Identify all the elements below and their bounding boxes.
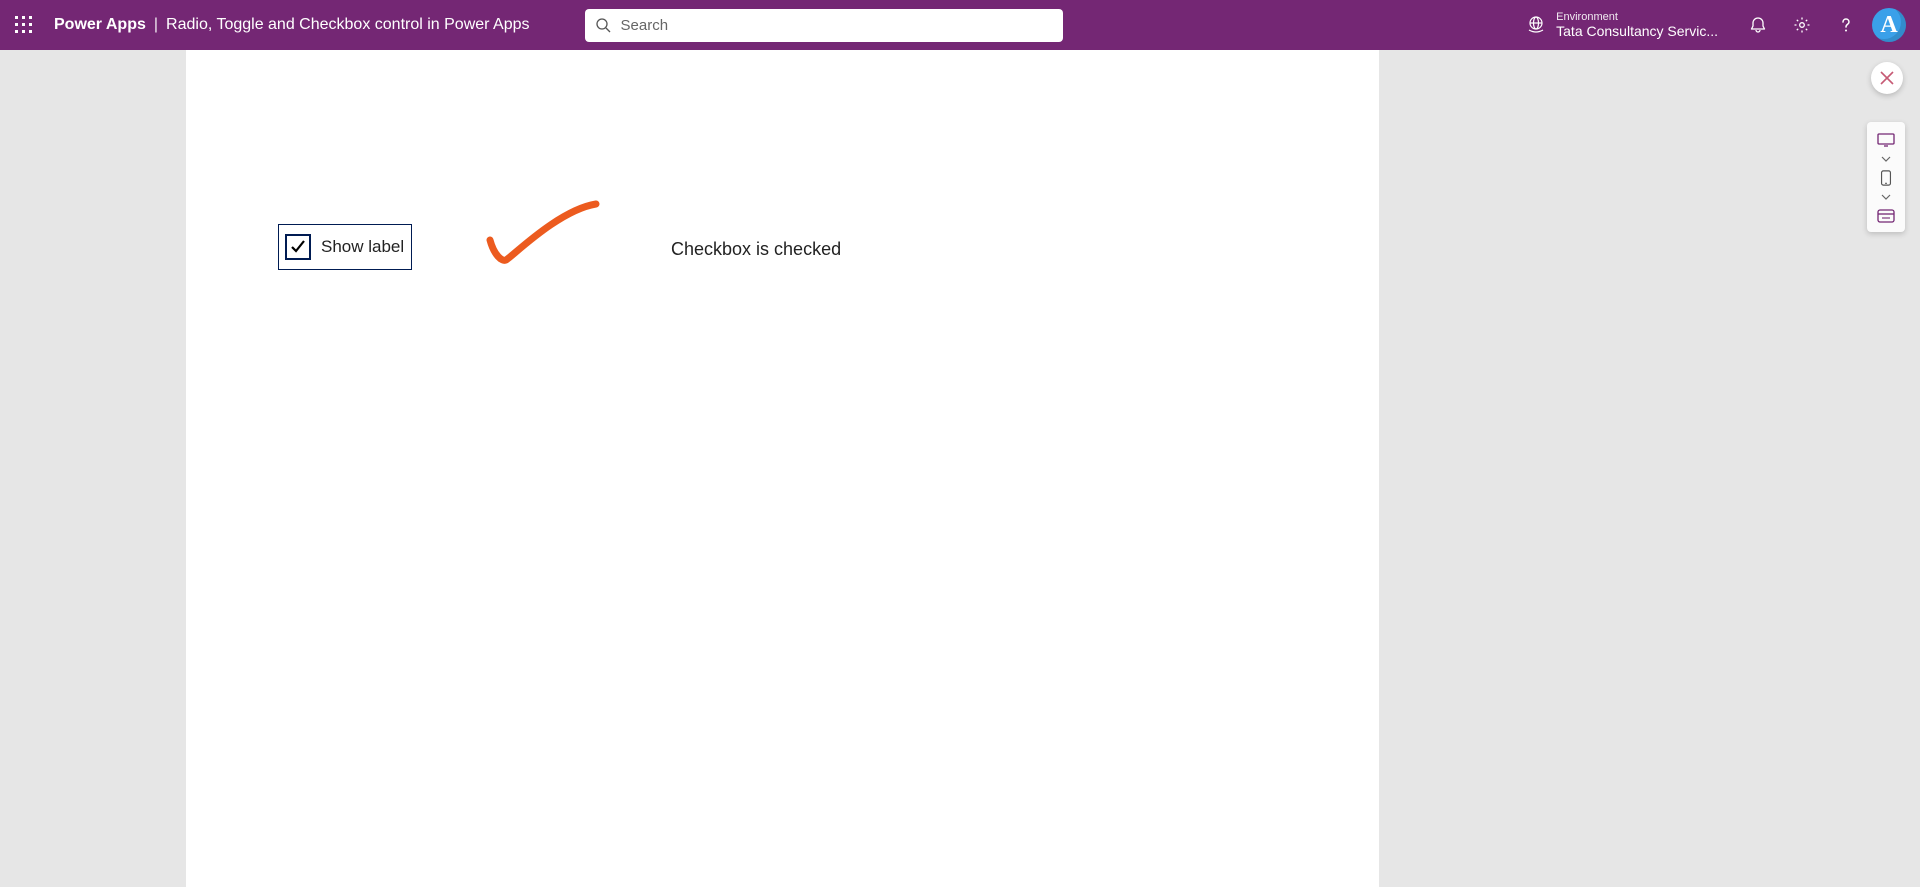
checkbox-box[interactable] [285,234,311,260]
environment-name: Tata Consultancy Servic... [1556,23,1718,39]
waffle-icon [15,16,33,34]
settings-button[interactable] [1780,0,1824,50]
avatar-initial: A [1880,12,1897,39]
app-launcher-button[interactable] [0,0,48,50]
chevron-down-icon [1881,194,1891,200]
preview-canvas: Show label Checkbox is checked [186,50,1379,887]
custom-size-icon [1877,208,1895,224]
environment-picker[interactable]: Environment Tata Consultancy Servic... [1526,11,1736,40]
close-icon [1880,71,1894,85]
gear-icon [1793,16,1811,34]
help-button[interactable] [1824,0,1868,50]
title-separator: | [146,16,166,34]
chevron-down-icon [1881,156,1891,162]
app-title: Power Apps | Radio, Toggle and Checkbox … [48,16,530,34]
device-custom-button[interactable] [1873,206,1899,226]
device-desktop-chevron[interactable] [1873,154,1899,164]
search-box[interactable] [585,9,1063,42]
checkbox-label: Show label [321,237,404,257]
user-avatar[interactable]: A [1872,8,1906,42]
annotation-checkmark-icon [484,200,604,270]
header-bar: Power Apps | Radio, Toggle and Checkbox … [0,0,1920,50]
device-mobile-chevron[interactable] [1873,192,1899,202]
environment-icon [1526,15,1546,35]
product-name[interactable]: Power Apps [54,16,146,34]
device-preview-panel [1867,122,1905,232]
bell-icon [1749,16,1767,34]
help-icon [1837,16,1855,34]
search-icon [595,17,611,33]
desktop-icon [1877,132,1895,148]
device-desktop-button[interactable] [1873,130,1899,150]
environment-label: Environment [1556,11,1718,24]
check-icon [290,239,306,255]
close-preview-button[interactable] [1871,62,1903,94]
current-app-name[interactable]: Radio, Toggle and Checkbox control in Po… [166,16,529,34]
device-mobile-button[interactable] [1873,168,1899,188]
status-label: Checkbox is checked [671,239,841,260]
show-label-checkbox[interactable]: Show label [278,224,412,270]
mobile-icon [1877,170,1895,186]
search-input[interactable] [621,17,1053,34]
notifications-button[interactable] [1736,0,1780,50]
